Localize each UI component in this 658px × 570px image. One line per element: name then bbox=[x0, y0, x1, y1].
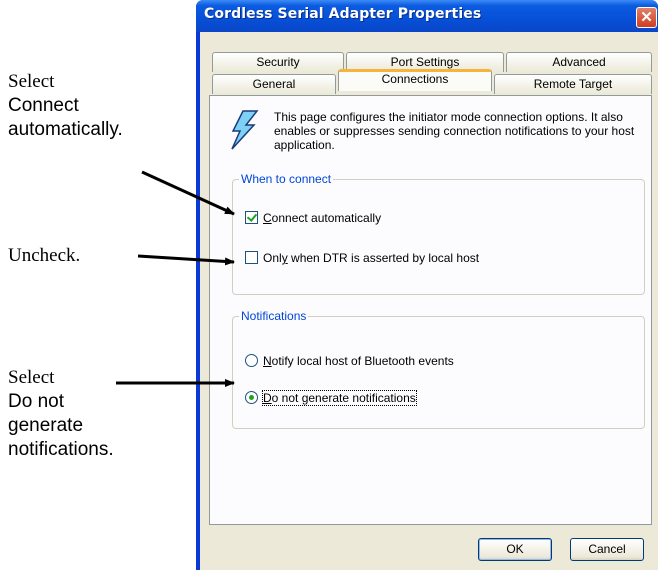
tab-advanced[interactable]: Advanced bbox=[506, 52, 652, 72]
radio-circle[interactable] bbox=[245, 354, 258, 367]
radio-circle[interactable] bbox=[245, 391, 258, 404]
group-label-notifications: Notifications bbox=[239, 309, 309, 323]
checkbox-box[interactable] bbox=[245, 211, 258, 224]
annotation-line: notifications. bbox=[8, 439, 114, 460]
lightning-bolt-icon bbox=[231, 110, 259, 150]
dialog-body: Security Port Settings Advanced General … bbox=[200, 32, 658, 570]
annotation-uncheck: Uncheck. bbox=[8, 244, 80, 268]
radio-label: Do not generate notifications bbox=[262, 390, 417, 406]
tab-general[interactable]: General bbox=[212, 74, 336, 94]
tab-remote-target[interactable]: Remote Target bbox=[494, 74, 652, 94]
radio-label: Notify local host of Bluetooth events bbox=[263, 354, 454, 368]
group-label-when-to-connect: When to connect bbox=[239, 172, 334, 186]
annotation-line: Uncheck. bbox=[8, 245, 81, 266]
title-bar[interactable]: Cordless Serial Adapter Properties ✕ bbox=[196, 0, 658, 32]
annotation-line: Select bbox=[8, 71, 55, 92]
close-icon: ✕ bbox=[640, 9, 653, 26]
notifications-group: Notifications Notify local host of Bluet… bbox=[232, 309, 645, 429]
annotation-line: Connect bbox=[8, 95, 79, 116]
properties-dialog: Cordless Serial Adapter Properties ✕ Sec… bbox=[196, 0, 658, 570]
cancel-button[interactable]: Cancel bbox=[570, 538, 644, 561]
intro-text: This page configures the initiator mode … bbox=[274, 110, 635, 152]
checkbox-box[interactable] bbox=[245, 251, 258, 264]
close-button[interactable]: ✕ bbox=[636, 7, 657, 28]
annotation-line: Do not bbox=[8, 391, 64, 412]
checkbox-label: Only when DTR is asserted by local host bbox=[263, 251, 480, 265]
connections-panel: This page configures the initiator mode … bbox=[209, 95, 652, 525]
when-to-connect-group: When to connect Connect automatically On… bbox=[232, 172, 645, 295]
tab-connections[interactable]: Connections bbox=[338, 69, 492, 91]
annotation-line: generate bbox=[8, 415, 84, 436]
tab-security[interactable]: Security bbox=[212, 52, 344, 72]
ok-button[interactable]: OK bbox=[478, 538, 552, 561]
annotation-select-connect: Select Connect automatically. bbox=[8, 70, 123, 142]
window-title: Cordless Serial Adapter Properties bbox=[204, 6, 482, 22]
annotation-line: Select bbox=[8, 367, 55, 388]
annotation-select-do-not-generate: Select Do not generate notifications. bbox=[8, 366, 114, 462]
annotation-line: automatically. bbox=[8, 119, 123, 140]
checkbox-label: Connect automatically bbox=[263, 211, 382, 225]
